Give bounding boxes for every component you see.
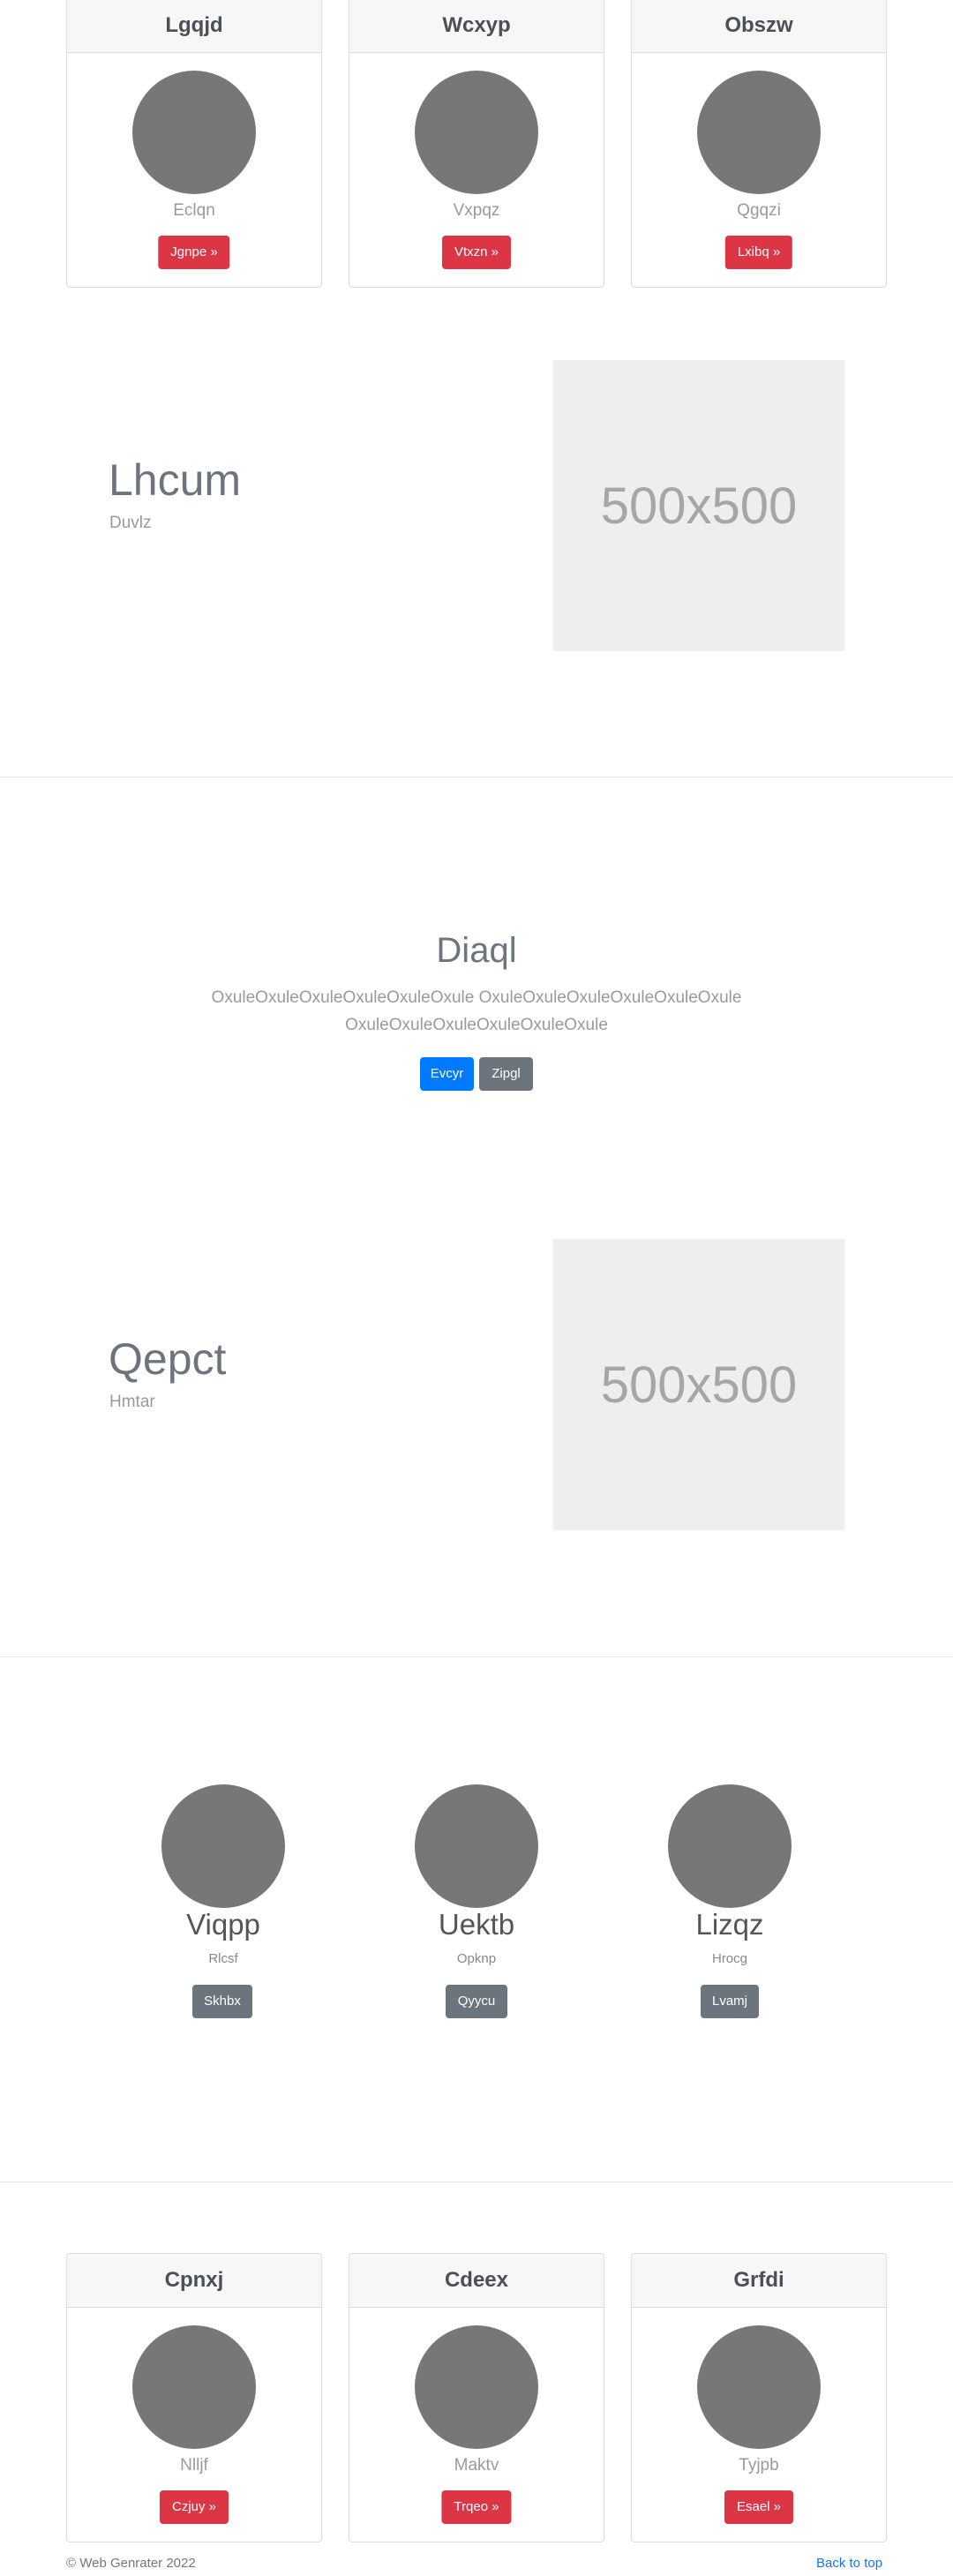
card-button[interactable]: Jgnpe »: [158, 236, 230, 269]
section-divider: [0, 1656, 953, 1657]
card-subtitle: Eclqn: [173, 201, 215, 220]
card-title: Grfdi: [632, 2254, 886, 2308]
feature-subtitle: Hmtar: [109, 1393, 155, 1411]
card-5: Cdeex Maktv Trqeo »: [349, 2253, 604, 2542]
avatar: [132, 2325, 256, 2449]
team-avatar: [668, 1784, 792, 1908]
card-title: Lgqjd: [67, 0, 321, 53]
card-2: Wcxyp Vxpqz Vtxzn »: [349, 0, 604, 288]
team-avatar: [161, 1784, 285, 1908]
card-subtitle: Nlljf: [180, 2456, 208, 2475]
card-subtitle: Vxpqz: [453, 201, 500, 220]
card-subtitle: Maktv: [454, 2456, 499, 2475]
feature-title: Qepct: [109, 1334, 227, 1384]
avatar: [132, 71, 256, 194]
secondary-button[interactable]: Zipgl: [479, 1057, 533, 1091]
card-button[interactable]: Lxibq »: [724, 236, 793, 269]
back-to-top-link[interactable]: Back to top: [816, 2556, 882, 2571]
card-1: Lgqjd Eclqn Jgnpe »: [66, 0, 322, 288]
team-role: Hrocg: [711, 1951, 747, 1966]
feature-subtitle: Duvlz: [109, 514, 152, 532]
card-3: Obszw Qgqzi Lxibq »: [631, 0, 887, 288]
section-text: OxuleOxuleOxuleOxuleOxuleOxule OxuleOxul…: [211, 988, 742, 1034]
card-6: Grfdi Tyjpb Esael »: [631, 2253, 887, 2542]
card-button[interactable]: Esael »: [724, 2490, 794, 2524]
team-name: Viqpp: [186, 1908, 260, 1941]
avatar: [415, 71, 538, 194]
placeholder-label: 500x500: [600, 1356, 798, 1414]
team-avatar: [415, 1784, 538, 1908]
card-subtitle: Tyjpb: [739, 2456, 779, 2475]
team-button[interactable]: Lvamj: [701, 1985, 759, 2018]
card-title: Cpnxj: [67, 2254, 321, 2308]
team-role: Rlcsf: [208, 1951, 238, 1966]
team-button[interactable]: Qyycu: [446, 1985, 507, 2018]
card-button[interactable]: Trqeo »: [441, 2490, 512, 2524]
card-title: Obszw: [632, 0, 886, 53]
card-button[interactable]: Vtxzn »: [441, 236, 512, 269]
team-button[interactable]: Skhbx: [192, 1985, 252, 2018]
feature-title: Lhcum: [109, 455, 242, 505]
card-title: Cdeex: [349, 2254, 604, 2308]
primary-button[interactable]: Evcyr: [420, 1057, 474, 1091]
feature-image-placeholder: 500x500: [553, 1239, 844, 1530]
team-name: Lizqz: [695, 1908, 764, 1941]
placeholder-label: 500x500: [600, 477, 798, 535]
avatar: [697, 71, 821, 194]
team-name: Uektb: [438, 1908, 515, 1941]
card-button[interactable]: Czjuy »: [159, 2490, 229, 2524]
avatar: [415, 2325, 538, 2449]
feature-image-placeholder: 500x500: [553, 360, 844, 651]
team-role: Opknp: [456, 1951, 497, 1966]
card-subtitle: Qgqzi: [737, 201, 781, 220]
section-title: Diaql: [436, 931, 517, 970]
footer-copyright: © Web Genrater 2022: [66, 2556, 196, 2571]
card-4: Cpnxj Nlljf Czjuy »: [66, 2253, 322, 2542]
avatar: [697, 2325, 821, 2449]
card-title: Wcxyp: [349, 0, 604, 53]
